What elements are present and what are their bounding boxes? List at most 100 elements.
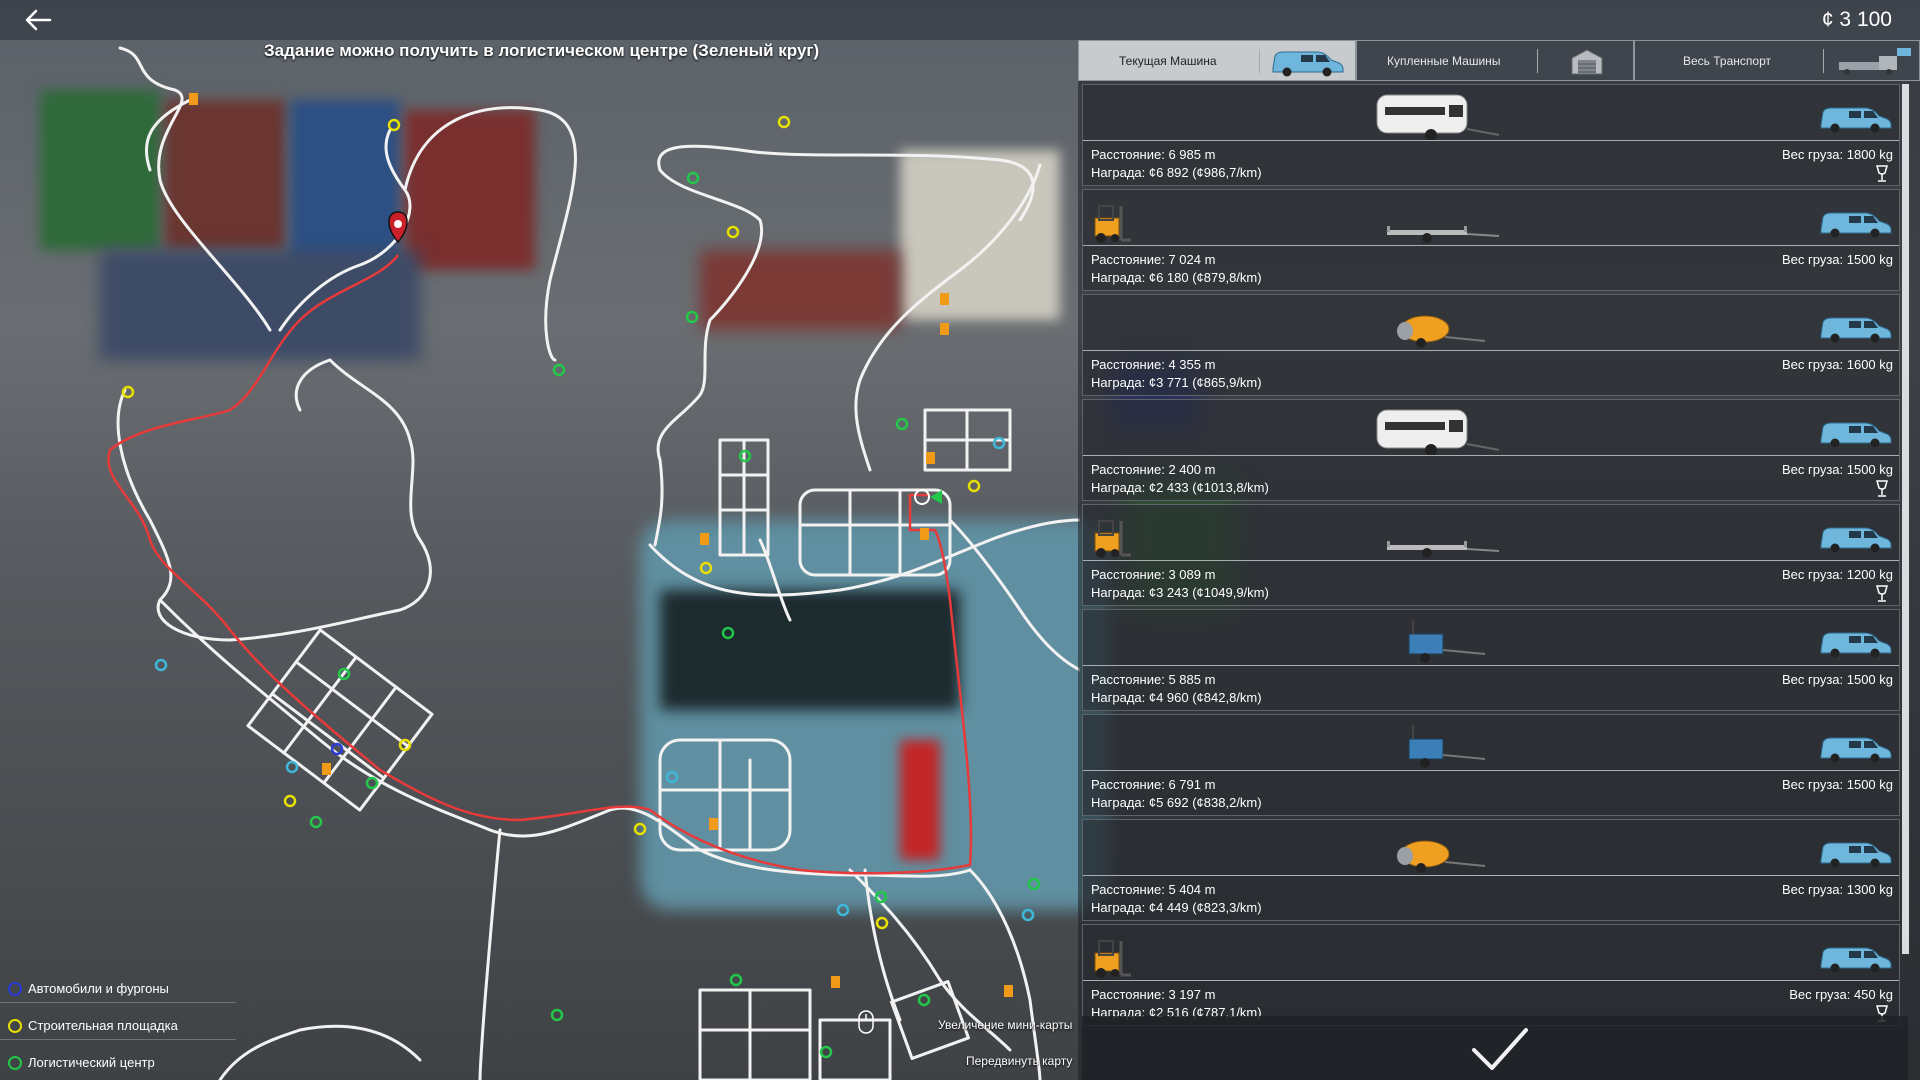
job-weight: Вес груза: 1200 kg	[1781, 567, 1893, 582]
job-weight: Вес груза: 450 kg	[1789, 987, 1893, 1002]
jobs-panel: Текущая Машина Купленные Машины Весь Тра…	[1078, 40, 1920, 1080]
job-reward: Награда: ¢3 243 (¢1049,9/km)	[1091, 585, 1269, 600]
job-distance: Расстояние: 2 400 m	[1091, 462, 1216, 477]
forklift-icon	[1094, 205, 1131, 243]
destination-marker[interactable]	[388, 211, 408, 244]
legend-yellow-circle-icon	[8, 1019, 22, 1033]
flatbed-trailer-icon	[1387, 226, 1500, 243]
job-distance: Расстояние: 5 404 m	[1091, 882, 1216, 897]
fragile-glass-icon	[1876, 585, 1888, 602]
garage-icon	[1571, 49, 1603, 75]
job-row[interactable]: Расстояние: 3 197 m Награда: ¢2 516 (¢787…	[1082, 924, 1900, 1026]
route-path	[107, 254, 973, 875]
tab-label: Купленные Машины	[1387, 54, 1501, 68]
road-network	[116, 46, 1080, 1080]
van-icon	[1820, 632, 1892, 658]
divider	[1083, 245, 1899, 246]
confirm-checkmark-icon[interactable]	[1470, 1024, 1530, 1074]
job-reward: Награда: ¢4 960 (¢842,8/km)	[1091, 690, 1262, 705]
fragile-glass-icon	[1876, 165, 1888, 182]
legend-blue-circle-icon	[8, 982, 22, 996]
job-row[interactable]: Расстояние: 6 985 m Награда: ¢6 892 (¢986…	[1082, 84, 1900, 186]
job-weight: Вес груза: 1500 kg	[1781, 777, 1893, 792]
legend-label: Логистический центр	[28, 1055, 155, 1070]
van-icon	[1820, 317, 1892, 343]
job-weight: Вес груза: 1500 kg	[1781, 252, 1893, 267]
job-distance: Расстояние: 3 089 m	[1091, 567, 1216, 582]
job-reward: Награда: ¢6 180 (¢879,8/km)	[1091, 270, 1262, 285]
job-row[interactable]: Расстояние: 5 404 m Награда: ¢4 449 (¢823…	[1082, 819, 1900, 921]
van-icon	[1820, 842, 1892, 868]
forklift-icon	[1094, 520, 1131, 558]
job-weight: Вес груза: 1300 kg	[1781, 882, 1893, 897]
job-row[interactable]: Расстояние: 3 089 m Награда: ¢3 243 (¢104…	[1082, 504, 1900, 606]
van-icon	[1820, 947, 1892, 973]
truck-icon	[1839, 48, 1911, 75]
divider	[1083, 140, 1899, 141]
job-reward: Награда: ¢2 433 (¢1013,8/km)	[1091, 480, 1269, 495]
map-overlay[interactable]	[0, 0, 1080, 1080]
job-distance: Расстояние: 4 355 m	[1091, 357, 1216, 372]
van-icon	[1820, 527, 1892, 553]
fuel-station-markers	[189, 93, 1013, 997]
legend-green-circle-icon	[8, 1056, 22, 1070]
move-map-hint: Передвинуть карту	[966, 1054, 1073, 1068]
divider	[1083, 980, 1899, 981]
job-distance: Расстояние: 3 197 m	[1091, 987, 1216, 1002]
van-icon	[1820, 212, 1892, 238]
generator-trailer-icon	[1408, 620, 1486, 663]
divider	[1083, 455, 1899, 456]
fragile-glass-icon	[1876, 480, 1888, 497]
job-distance: Расстояние: 5 885 m	[1091, 672, 1216, 687]
van-icon	[1820, 737, 1892, 763]
job-row[interactable]: Расстояние: 2 400 m Награда: ¢2 433 (¢101…	[1082, 399, 1900, 501]
job-row[interactable]: Расстояние: 7 024 m Награда: ¢6 180 (¢879…	[1082, 189, 1900, 291]
job-reward: Награда: ¢3 771 (¢865,9/km)	[1091, 375, 1262, 390]
job-distance: Расстояние: 6 985 m	[1091, 147, 1216, 162]
flatbed-trailer-icon	[1387, 541, 1500, 558]
job-reward: Награда: ¢4 449 (¢823,3/km)	[1091, 900, 1262, 915]
job-weight: Вес груза: 1500 kg	[1781, 462, 1893, 477]
job-row[interactable]: Расстояние: 5 885 m Награда: ¢4 960 (¢842…	[1082, 609, 1900, 711]
job-row[interactable]: Расстояние: 4 355 m Награда: ¢3 771 (¢865…	[1082, 294, 1900, 396]
divider	[1083, 350, 1899, 351]
tab-all-vehicles[interactable]: Весь Транспорт	[1634, 40, 1920, 81]
job-weight: Вес груза: 1800 kg	[1781, 147, 1893, 162]
job-reward: Награда: ¢6 892 (¢986,7/km)	[1091, 165, 1262, 180]
job-row[interactable]: Расстояние: 6 791 m Награда: ¢5 692 (¢838…	[1082, 714, 1900, 816]
van-icon	[1272, 51, 1344, 77]
job-weight: Вес груза: 1500 kg	[1781, 672, 1893, 687]
money-display: ¢ 3 100	[1821, 8, 1892, 31]
tab-label: Текущая Машина	[1119, 54, 1217, 68]
top-bar: ¢ 3 100	[0, 0, 1920, 40]
divider	[1083, 665, 1899, 666]
job-list-scrollbar[interactable]	[1902, 84, 1909, 954]
mouse-icon	[858, 1010, 874, 1034]
tab-label: Весь Транспорт	[1683, 54, 1771, 68]
map-markers[interactable]	[121, 115, 1041, 1059]
forklift-icon	[1094, 940, 1131, 978]
tab-current-vehicle[interactable]: Текущая Машина	[1078, 40, 1356, 81]
job-distance: Расстояние: 7 024 m	[1091, 252, 1216, 267]
player-marker	[914, 489, 942, 505]
vehicle-tabs: Текущая Машина Купленные Машины Весь Тра…	[1078, 40, 1920, 82]
van-icon	[1820, 107, 1892, 133]
caravan-icon	[1376, 94, 1500, 141]
concrete-mixer-icon	[1397, 840, 1486, 873]
legend-cars-vans: Автомобили и фургоны	[0, 975, 236, 1003]
divider	[1083, 770, 1899, 771]
confirm-bar	[1082, 1016, 1908, 1080]
van-icon	[1820, 422, 1892, 448]
legend-label: Автомобили и фургоны	[28, 981, 169, 996]
concrete-mixer-icon	[1397, 315, 1486, 348]
zoom-minimap-hint: Увеличение мини-карты	[938, 1018, 1073, 1032]
generator-trailer-icon	[1408, 725, 1486, 768]
job-distance: Расстояние: 6 791 m	[1091, 777, 1216, 792]
legend-label: Строительная площадка	[28, 1018, 178, 1033]
tab-owned-vehicles[interactable]: Купленные Машины	[1356, 40, 1634, 81]
back-arrow-icon[interactable]	[20, 4, 56, 36]
task-hint: Задание можно получить в логистическом ц…	[264, 41, 820, 60]
legend-construction-site: Строительная площадка	[0, 1012, 236, 1040]
job-list[interactable]: Расстояние: 6 985 m Награда: ¢6 892 (¢986…	[1082, 84, 1900, 1052]
divider	[1083, 560, 1899, 561]
